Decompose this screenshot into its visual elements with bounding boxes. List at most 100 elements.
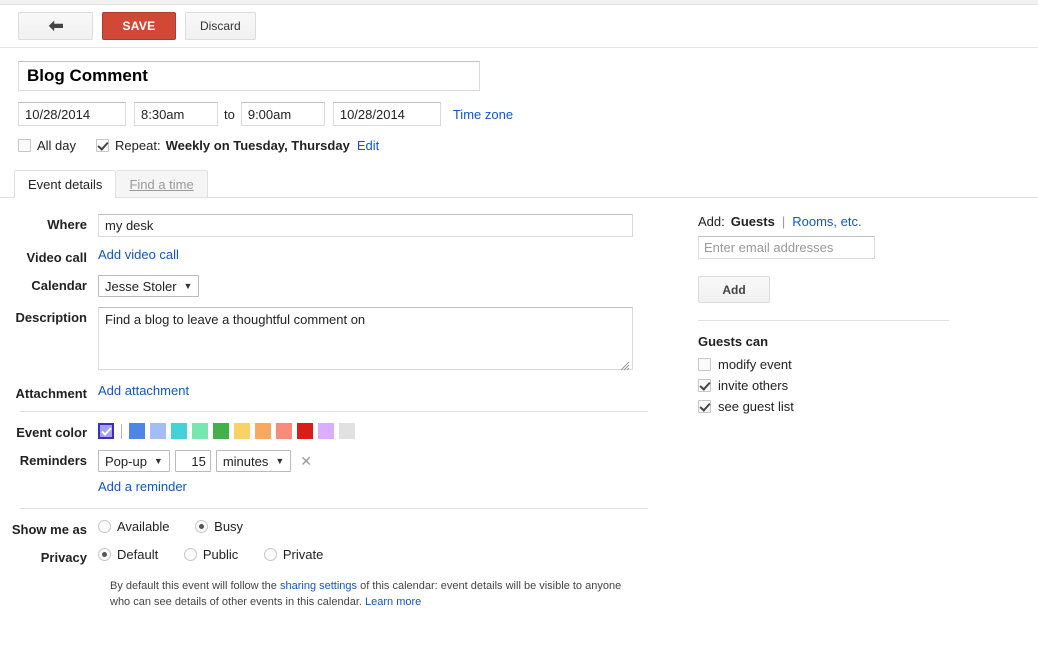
reminders-label: Reminders — [19, 453, 87, 468]
color-swatch-9[interactable] — [318, 423, 334, 439]
guests-tab[interactable]: Guests — [731, 214, 775, 229]
tab-find-a-time-label: Find a time — [129, 176, 194, 192]
main-content: Where Video call Add video call Calendar… — [0, 198, 1038, 611]
back-button[interactable] — [18, 12, 93, 40]
description-textarea[interactable]: Find a blog to leave a thoughtful commen… — [98, 307, 633, 370]
guests-add-header: Add: Guests | Rooms, etc. — [698, 214, 949, 229]
checkbox-see-guest-list[interactable] — [698, 400, 711, 413]
all-day-checkbox[interactable] — [18, 139, 31, 152]
description-row: Description Find a blog to leave a thoug… — [0, 307, 660, 373]
color-swatch-1[interactable] — [150, 423, 166, 439]
rooms-etc-link[interactable]: Rooms, etc. — [792, 214, 861, 229]
radio-default[interactable] — [98, 548, 111, 561]
chevron-down-icon: ▼ — [153, 456, 163, 466]
tab-bar: Event details Find a time — [0, 169, 1038, 198]
start-time-input[interactable] — [134, 102, 218, 126]
where-input[interactable] — [98, 214, 633, 237]
end-date-input[interactable] — [332, 102, 441, 126]
color-swatch-3[interactable] — [192, 423, 208, 439]
privacy-option-public[interactable]: Public — [183, 547, 238, 562]
repeat-value: Weekly on Tuesday, Thursday — [165, 138, 350, 153]
guest-email-input[interactable] — [698, 236, 875, 259]
guest-permission-modify-event[interactable]: modify event — [698, 357, 949, 372]
add-reminder-link[interactable]: Add a reminder — [98, 479, 187, 494]
learn-more-link[interactable]: Learn more — [365, 596, 421, 608]
tab-find-a-time[interactable]: Find a time — [116, 170, 208, 197]
event-color-label: Event color — [16, 425, 87, 440]
privacy-label: Privacy — [40, 550, 87, 565]
color-swatch-2[interactable] — [171, 423, 187, 439]
repeat-checkbox[interactable] — [96, 139, 110, 152]
radio-available-label: Available — [117, 519, 170, 534]
attachment-label: Attachment — [15, 386, 87, 401]
calendar-select-value: Jesse Stoler — [105, 278, 177, 294]
chevron-down-icon: ▼ — [275, 456, 285, 466]
guests-divider — [698, 320, 949, 321]
video-call-row: Video call Add video call — [0, 247, 660, 265]
radio-private[interactable] — [263, 548, 277, 561]
reminders-row: Reminders Pop-up ▼ minutes ▼ ✕ Add a rem… — [0, 450, 660, 494]
color-swatch-7[interactable] — [276, 423, 292, 439]
color-swatch-selected[interactable] — [98, 423, 114, 439]
color-swatch-0[interactable] — [129, 423, 145, 439]
radio-public[interactable] — [183, 548, 197, 561]
show-me-as-row: Show me as Available Busy — [0, 519, 660, 537]
tab-event-details-label: Event details — [28, 177, 103, 192]
color-swatch-list — [98, 422, 660, 439]
end-time-input[interactable] — [240, 102, 325, 126]
reminder-controls: Pop-up ▼ minutes ▼ ✕ — [98, 450, 660, 472]
reminder-unit-select[interactable]: minutes ▼ — [215, 450, 292, 472]
chevron-down-icon: ▼ — [183, 281, 193, 291]
color-swatch-5[interactable] — [234, 423, 250, 439]
color-swatch-6[interactable] — [255, 423, 271, 439]
guest-permission-see-guest-list[interactable]: see guest list — [698, 399, 949, 414]
radio-private-label: Private — [282, 547, 324, 562]
privacy-note: By default this event will follow the sh… — [110, 579, 640, 611]
reminder-unit-value: minutes — [222, 453, 269, 469]
repeat-edit-link[interactable]: Edit — [357, 138, 379, 153]
repeat-group: Repeat: Weekly on Tuesday, Thursday Edit — [96, 138, 379, 153]
timezone-link[interactable]: Time zone — [453, 107, 513, 122]
all-day-label: All day — [37, 138, 77, 153]
privacy-option-default[interactable]: Default — [98, 547, 158, 562]
start-date-input[interactable] — [18, 102, 126, 126]
save-button[interactable]: SAVE — [102, 12, 176, 40]
guests-can-label: Guests can — [698, 334, 769, 349]
privacy-row: Privacy Default Public Private — [0, 547, 660, 565]
details-column: Where Video call Add video call Calendar… — [0, 214, 660, 611]
calendar-row: Calendar Jesse Stoler ▼ — [0, 275, 660, 297]
event-title-input[interactable] — [18, 61, 480, 91]
checkbox-invite-others-label: invite others — [718, 378, 789, 393]
radio-default-label: Default — [117, 547, 159, 562]
guest-permission-invite-others[interactable]: invite others — [698, 378, 949, 393]
add-guest-button[interactable]: Add — [698, 276, 770, 303]
reminder-type-value: Pop-up — [105, 453, 147, 469]
show-me-as-option-busy[interactable]: Busy — [195, 519, 243, 534]
repeat-label: Repeat: — [115, 138, 161, 153]
radio-busy[interactable] — [195, 520, 209, 533]
radio-available[interactable] — [98, 520, 111, 533]
color-swatch-4[interactable] — [213, 423, 229, 439]
show-me-as-label: Show me as — [11, 522, 87, 537]
show-me-as-option-available[interactable]: Available — [98, 519, 170, 534]
checkbox-modify-event-label: modify event — [718, 357, 792, 372]
tab-event-details[interactable]: Event details — [14, 170, 117, 198]
color-swatch-8[interactable] — [297, 423, 313, 439]
add-label: Add: — [698, 214, 725, 229]
calendar-select[interactable]: Jesse Stoler ▼ — [98, 275, 200, 297]
checkbox-modify-event[interactable] — [698, 358, 711, 371]
divider-above-color — [20, 411, 648, 412]
add-attachment-link[interactable]: Add attachment — [98, 383, 189, 398]
privacy-option-private[interactable]: Private — [263, 547, 324, 562]
reminder-type-select[interactable]: Pop-up ▼ — [98, 450, 170, 472]
reminder-number-input[interactable] — [174, 450, 211, 472]
color-swatch-10[interactable] — [339, 423, 355, 439]
where-row: Where — [0, 214, 660, 237]
sharing-settings-link[interactable]: sharing settings — [280, 580, 357, 592]
where-label: Where — [47, 217, 87, 232]
remove-reminder-icon[interactable]: ✕ — [300, 454, 312, 468]
checkbox-see-guest-list-label: see guest list — [718, 399, 794, 414]
discard-button[interactable]: Discard — [185, 12, 256, 40]
checkbox-invite-others[interactable] — [698, 379, 711, 392]
add-video-call-link[interactable]: Add video call — [98, 247, 179, 262]
